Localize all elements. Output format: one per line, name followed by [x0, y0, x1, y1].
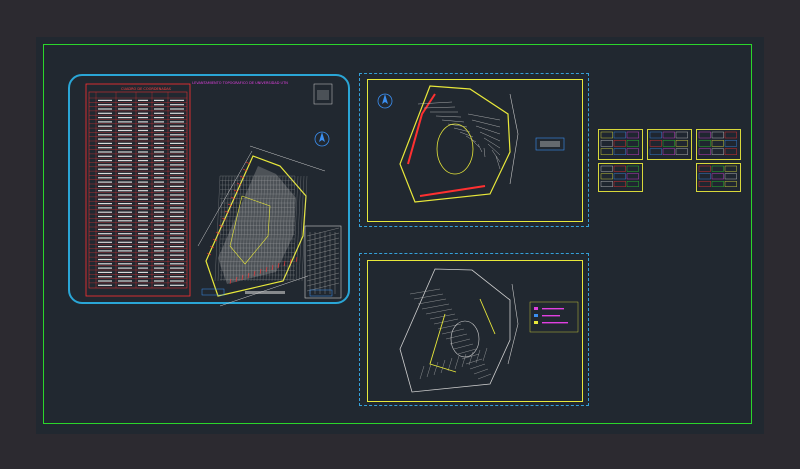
mini-sheet-details [600, 131, 737, 187]
cad-model-space[interactable]: LEVANTAMIENTO TOPOGRAFICO DE UNIVERSIDAD… [36, 37, 764, 434]
